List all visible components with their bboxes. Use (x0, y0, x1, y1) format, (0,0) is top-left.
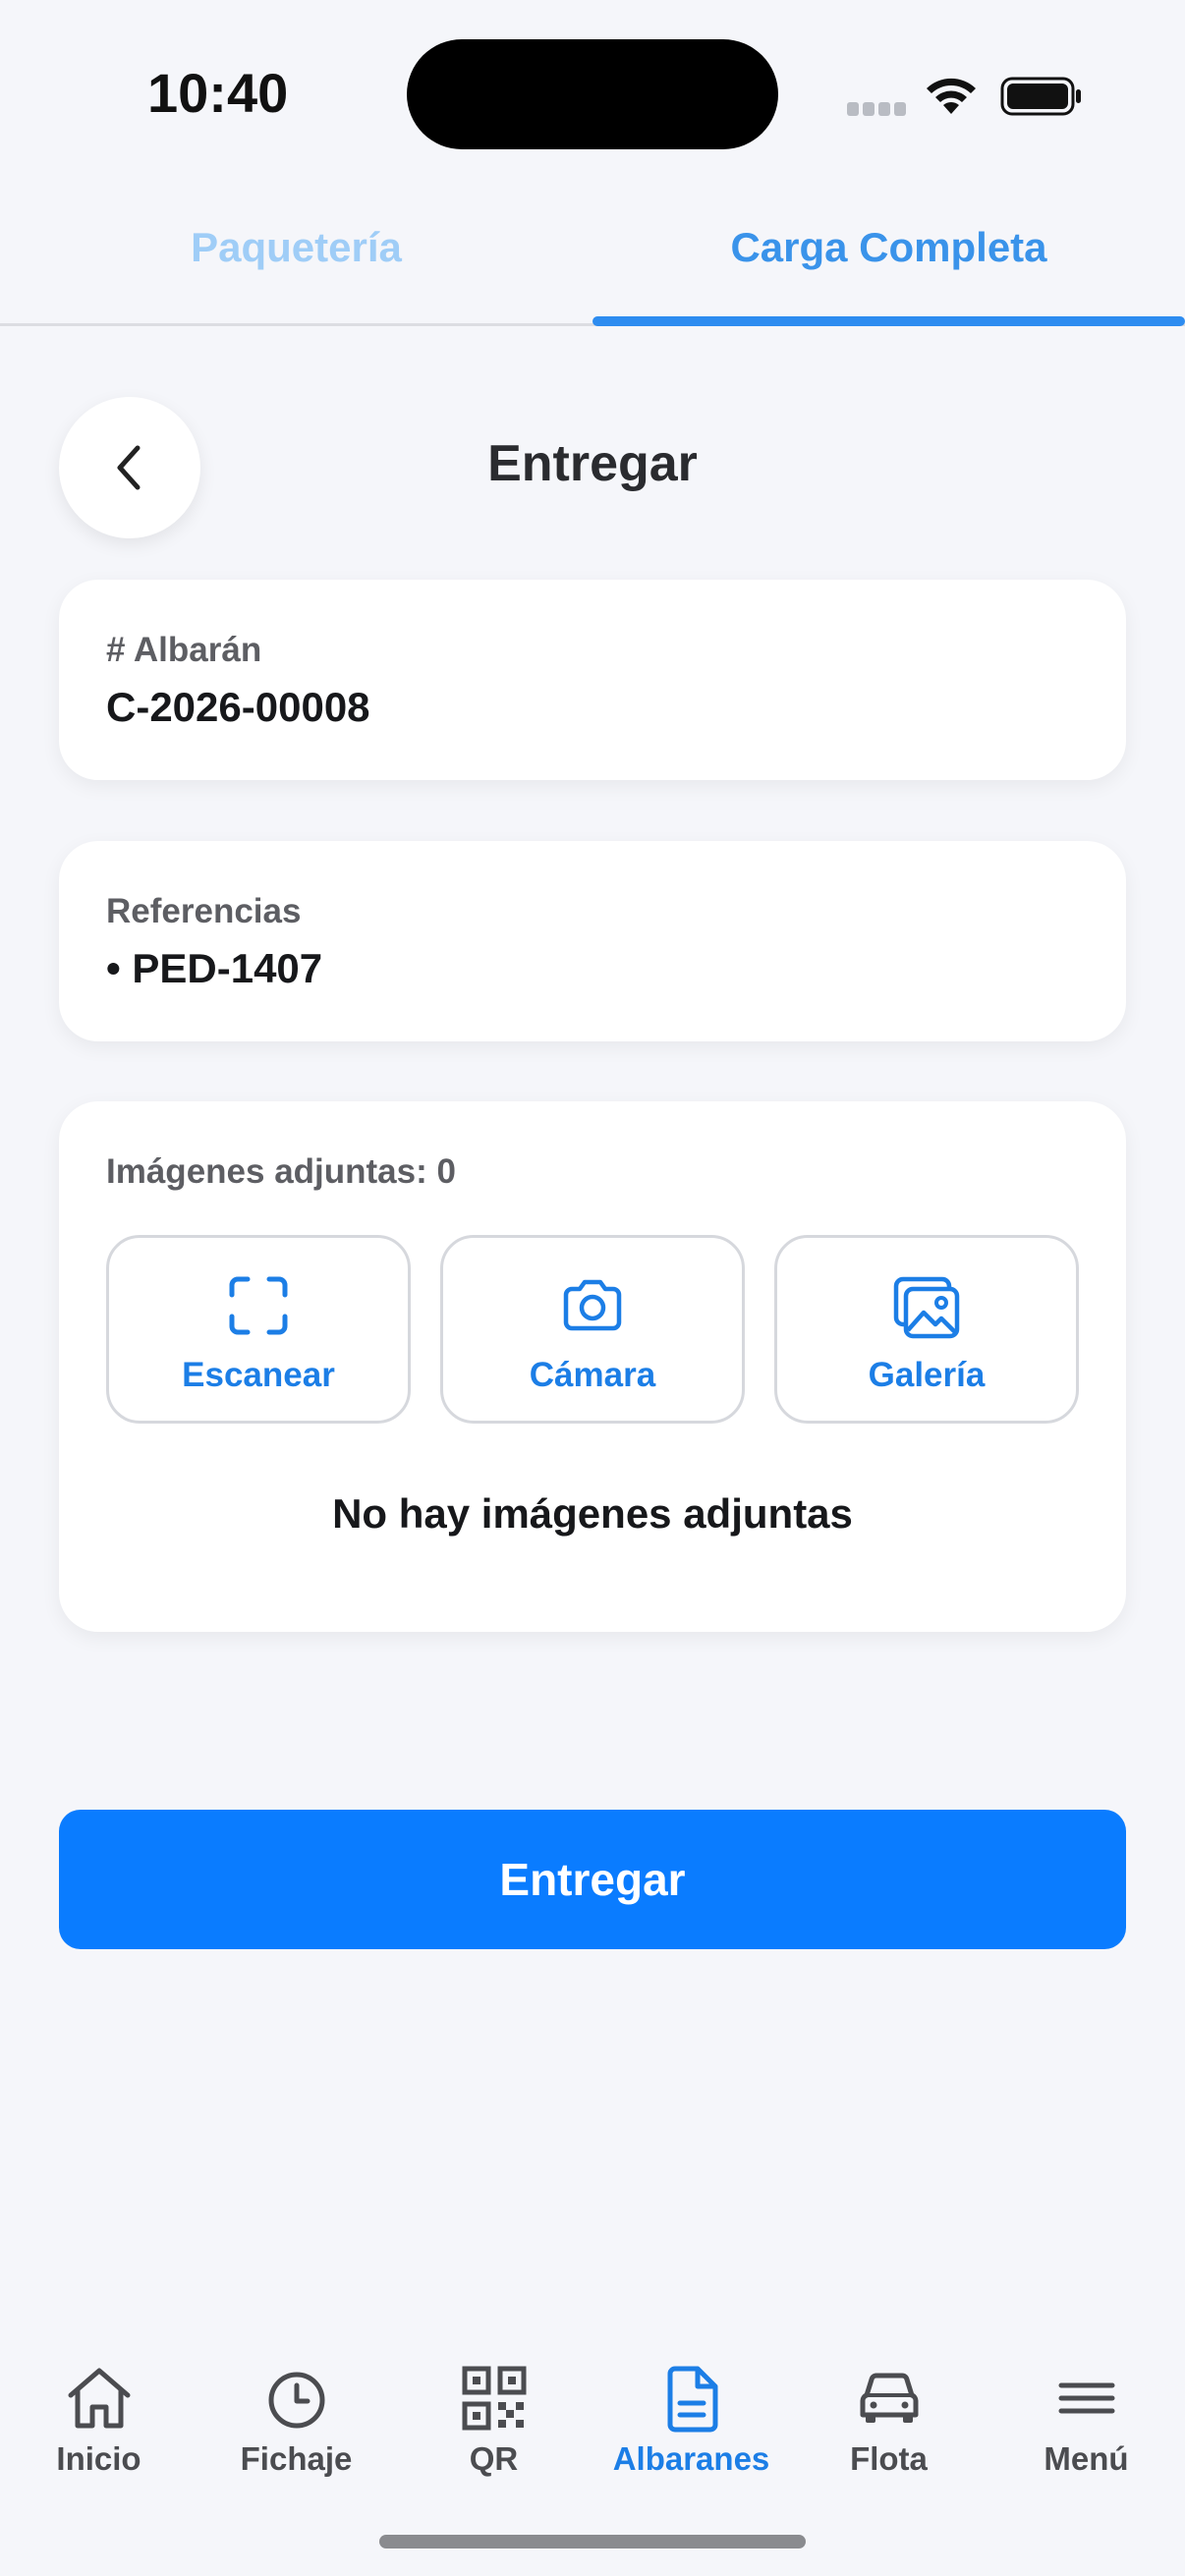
menu-icon (1058, 2382, 1114, 2414)
referencias-label: Referencias (106, 892, 302, 930)
nav-label-flota: Flota (850, 2440, 928, 2477)
camera-icon (563, 1279, 622, 1331)
nav-item-inicio[interactable]: Inicio (0, 2338, 198, 2486)
attachments-count-label: Imágenes adjuntas: 0 (106, 1152, 456, 1191)
nav-item-qr[interactable]: QR (395, 2338, 592, 2486)
battery-icon (1000, 77, 1081, 116)
attachments-card: Imágenes adjuntas: 0 Escanear Cámara Gal… (59, 1101, 1126, 1632)
scan-button-label: Escanear (182, 1356, 335, 1394)
nav-label-fichaje: Fichaje (240, 2440, 353, 2477)
tab-carga-completa[interactable]: Carga Completa (592, 224, 1185, 271)
gallery-icon (893, 1276, 960, 1339)
page-title: Entregar (487, 435, 698, 492)
albaran-label: # Albarán (106, 631, 262, 669)
clock-icon (268, 2372, 324, 2429)
home-icon (68, 2368, 130, 2429)
gallery-button-label: Galería (868, 1356, 986, 1394)
nav-item-albaranes[interactable]: Albaranes (592, 2338, 790, 2486)
gallery-button[interactable]: Galería (774, 1235, 1079, 1424)
albaran-card: # Albarán C-2026-00008 (59, 580, 1126, 780)
albaran-number: C-2026-00008 (106, 684, 370, 730)
camera-button-label: Cámara (529, 1356, 656, 1394)
reference-item: • PED-1407 (106, 945, 323, 991)
nav-label-albaranes: Albaranes (612, 2440, 770, 2477)
car-icon (860, 2373, 918, 2423)
active-tab-indicator (592, 316, 1185, 326)
dynamic-island (407, 39, 778, 149)
bottom-nav: Inicio Fichaje QR Albaranes Flota Menú (0, 2338, 1185, 2505)
document-icon (667, 2366, 717, 2433)
screen: 10:40 Paquetería Carga Completa Entregar… (0, 0, 1185, 2576)
scan-button[interactable]: Escanear (106, 1235, 411, 1424)
tab-paqueteria[interactable]: Paquetería (0, 224, 592, 271)
nav-label-qr: QR (469, 2440, 519, 2477)
deliver-button[interactable]: Entregar (59, 1810, 1126, 1949)
scan-icon (229, 1276, 288, 1335)
nav-item-flota[interactable]: Flota (790, 2338, 988, 2486)
referencias-card: Referencias • PED-1407 (59, 841, 1126, 1041)
qr-icon (462, 2366, 526, 2431)
top-tab-bar: Paquetería Carga Completa (0, 196, 1185, 326)
wifi-icon (927, 78, 976, 114)
status-bar: 10:40 (0, 0, 1185, 177)
status-time: 10:40 (147, 62, 289, 124)
nav-item-fichaje[interactable]: Fichaje (198, 2338, 395, 2486)
home-indicator (379, 2535, 806, 2548)
nav-item-menu[interactable]: Menú (988, 2338, 1185, 2486)
nav-label-menu: Menú (1044, 2440, 1129, 2477)
signal-icon (847, 102, 908, 116)
camera-button[interactable]: Cámara (440, 1235, 745, 1424)
empty-attachments-text: No hay imágenes adjuntas (332, 1490, 853, 1537)
nav-label-inicio: Inicio (56, 2440, 141, 2477)
attachment-actions: Escanear Cámara Galería (106, 1235, 1079, 1424)
